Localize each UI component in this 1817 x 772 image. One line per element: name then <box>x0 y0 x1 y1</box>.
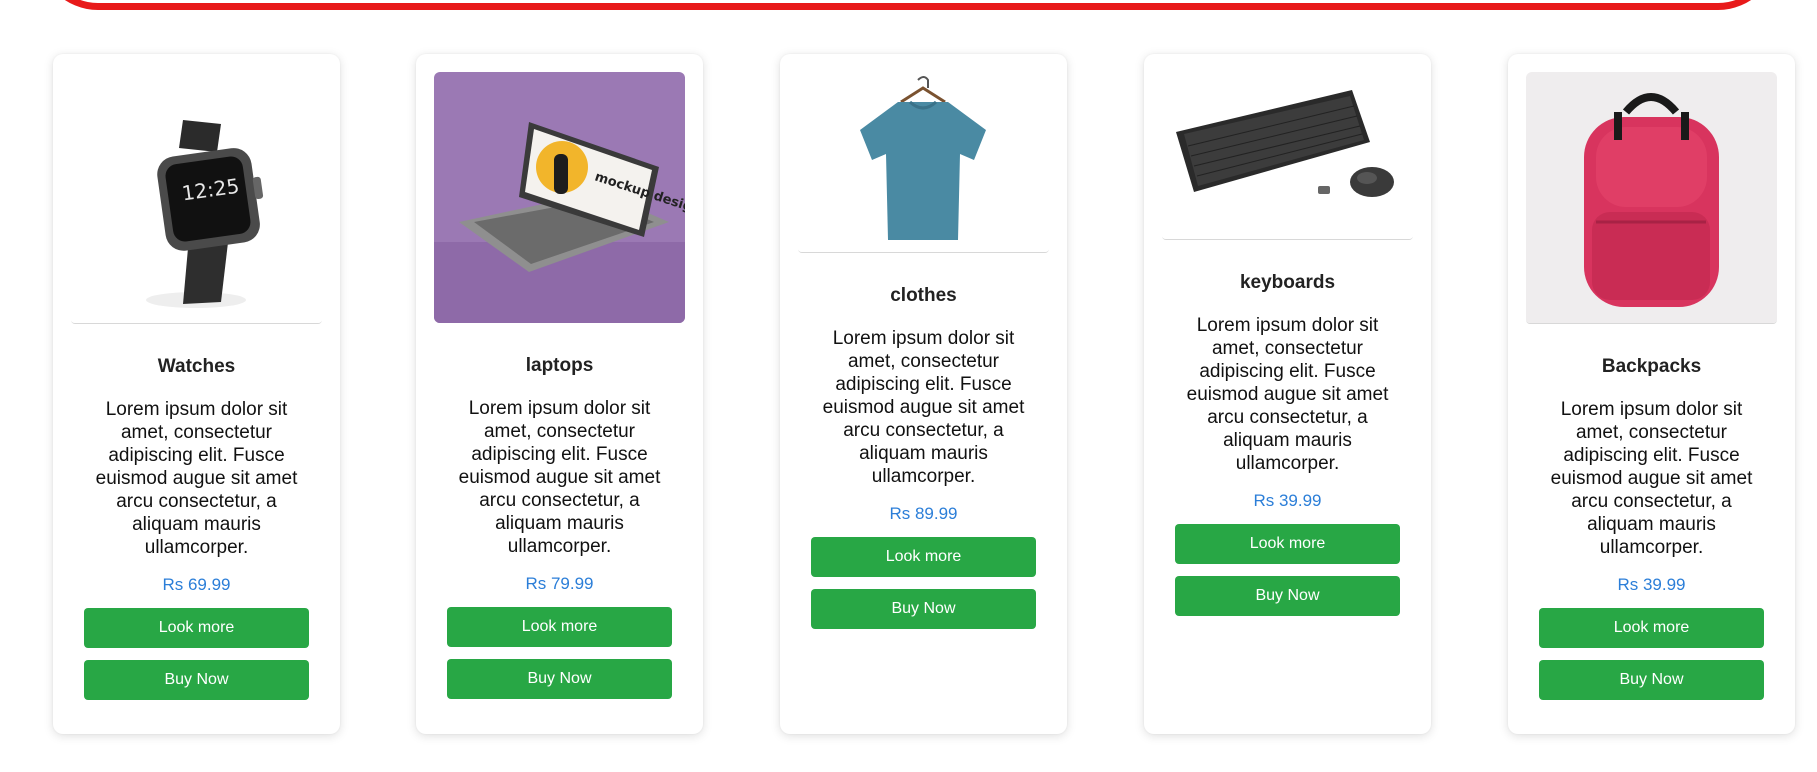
look-more-button[interactable]: Look more <box>447 607 672 647</box>
backpack-image <box>1526 72 1777 324</box>
product-card-laptops: mockup design laptops Lorem ipsum dolor … <box>416 54 703 734</box>
product-price: Rs 39.99 <box>1253 491 1322 510</box>
product-description: Lorem ipsum dolor sit amet, consectetur … <box>95 399 298 558</box>
look-more-button[interactable]: Look more <box>811 537 1036 577</box>
tshirt-image <box>798 72 1049 253</box>
buy-now-button[interactable]: Buy Now <box>811 589 1036 629</box>
product-description: Lorem ipsum dolor sit amet, consectetur … <box>458 398 661 557</box>
product-card-watches: 12:25 Watches Lorem ipsum dolor sit amet… <box>53 54 340 734</box>
product-description: Lorem ipsum dolor sit amet, consectetur … <box>822 328 1025 487</box>
look-more-button[interactable]: Look more <box>1539 608 1764 648</box>
product-price: Rs 39.99 <box>1617 575 1686 594</box>
product-title: Backpacks <box>1601 356 1702 377</box>
laptop-image: mockup design <box>434 72 685 323</box>
product-title: Watches <box>157 356 236 377</box>
keyboard-mouse-image <box>1162 72 1413 240</box>
buy-now-button[interactable]: Buy Now <box>1539 660 1764 700</box>
product-card-clothes: clothes Lorem ipsum dolor sit amet, cons… <box>780 54 1067 734</box>
product-description: Lorem ipsum dolor sit amet, consectetur … <box>1186 315 1389 474</box>
buy-now-button[interactable]: Buy Now <box>84 660 309 700</box>
product-price: Rs 89.99 <box>889 504 958 523</box>
look-more-button[interactable]: Look more <box>1175 524 1400 564</box>
product-title: clothes <box>890 285 957 306</box>
product-price: Rs 69.99 <box>162 575 231 594</box>
product-title: keyboards <box>1239 272 1336 293</box>
smartwatch-image: 12:25 <box>71 72 322 324</box>
product-description: Lorem ipsum dolor sit amet, consectetur … <box>1550 399 1753 558</box>
product-card-keyboards: keyboards Lorem ipsum dolor sit amet, co… <box>1144 54 1431 734</box>
product-card-backpacks: Backpacks Lorem ipsum dolor sit amet, co… <box>1508 54 1795 734</box>
product-grid: 12:25 Watches Lorem ipsum dolor sit amet… <box>0 0 1817 772</box>
product-price: Rs 79.99 <box>525 574 594 593</box>
buy-now-button[interactable]: Buy Now <box>447 659 672 699</box>
look-more-button[interactable]: Look more <box>84 608 309 648</box>
product-title: laptops <box>525 355 594 376</box>
buy-now-button[interactable]: Buy Now <box>1175 576 1400 616</box>
